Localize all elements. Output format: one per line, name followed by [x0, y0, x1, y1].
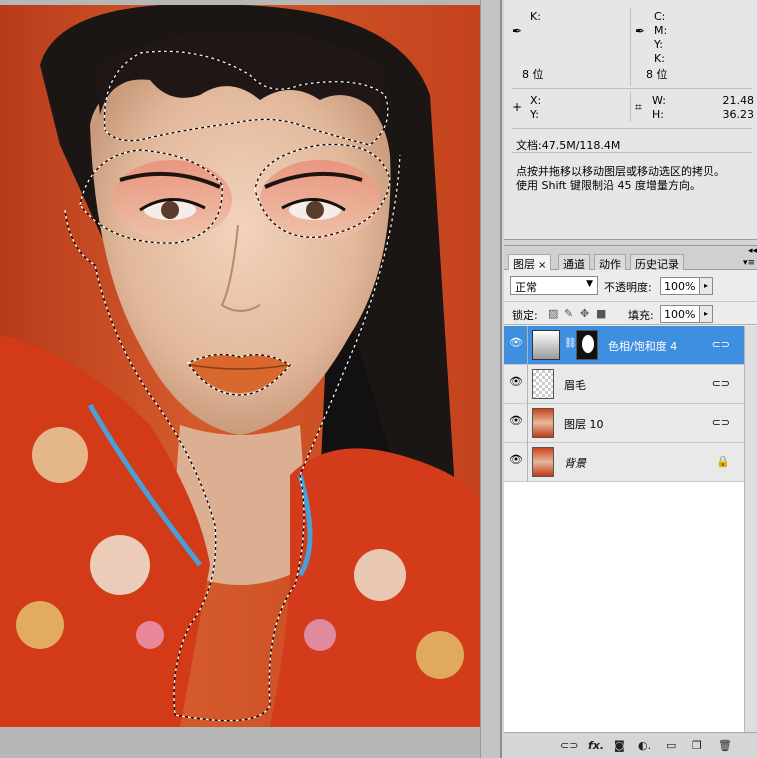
blend-mode-value: 正常	[515, 281, 537, 294]
blend-row: 正常 ▼ 不透明度: 100% ▸	[504, 273, 757, 297]
w-label: W:	[652, 94, 666, 107]
eyedropper-icon: ✒	[512, 24, 523, 38]
bit-depth-left: 8 位	[522, 68, 544, 81]
chain-icon: ⊂⊃	[711, 338, 730, 351]
fx-icon[interactable]: fx.	[588, 739, 604, 752]
lock-icon: 🔒	[716, 455, 730, 468]
visibility-toggle[interactable]: 👁	[504, 443, 528, 482]
visibility-toggle[interactable]: 👁	[504, 365, 528, 404]
tab-close-icon[interactable]: ×	[538, 260, 546, 271]
tab-history[interactable]: 历史记录	[630, 254, 684, 271]
tab-channels[interactable]: 通道	[558, 254, 590, 271]
tab-history-label: 历史记录	[635, 258, 679, 271]
mask-shape	[582, 335, 594, 353]
k-label: K:	[530, 10, 541, 23]
opacity-field[interactable]: 100%	[660, 277, 700, 295]
eye-icon: 👁	[509, 336, 523, 349]
visibility-toggle[interactable]: 👁	[504, 404, 528, 443]
trash-icon[interactable]: 🗑	[718, 739, 732, 752]
layer-list-scrollbar[interactable]	[744, 326, 757, 732]
dimension-icon: ⌗	[635, 100, 642, 114]
layer-list: 👁 ⛓ 色相/饱和度 4 ⊂⊃ 👁 眉毛 ⊂⊃ 👁 图层 10 ⊂⊃ 👁 背景 …	[504, 326, 744, 732]
adjustment-icon[interactable]: ◐.	[638, 739, 651, 752]
tab-layers[interactable]: 图层 ×	[508, 254, 552, 271]
canvas-area[interactable]	[0, 0, 500, 758]
transparent-thumbnail	[532, 369, 554, 399]
image-thumbnail	[532, 408, 554, 438]
fill-value: 100%	[664, 308, 696, 321]
eye-icon: 👁	[509, 375, 523, 388]
lock-pixels-icon[interactable]: ✎	[564, 307, 573, 320]
layers-bottom-toolbar: ⊂⊃ fx. ◙ ◐. ▭ ❐ 🗑	[504, 732, 757, 758]
blend-mode-select[interactable]: 正常 ▼	[510, 276, 598, 295]
eye-icon: 👁	[509, 414, 523, 427]
lock-all-icon[interactable]: ■	[596, 307, 606, 320]
fill-field[interactable]: 100%	[660, 305, 700, 323]
crosshair-icon: +	[512, 100, 523, 114]
new-layer-icon[interactable]: ❐	[692, 739, 702, 752]
collapse-icon[interactable]: ◂◂	[748, 246, 757, 256]
hint-line-1: 点按并拖移以移动图层或移动选区的拷贝。	[516, 165, 725, 178]
w-value: 21.48	[722, 94, 755, 107]
tab-actions[interactable]: 动作	[594, 254, 626, 271]
fill-label: 填充:	[628, 309, 654, 322]
hint-text: 点按并拖移以移动图层或移动选区的拷贝。 使用 Shift 键限制沿 45 度增量…	[516, 165, 751, 193]
panel-menu-icon[interactable]: ▾≡	[743, 258, 755, 268]
h-value: 36.23	[722, 108, 755, 121]
doc-size: 文档:47.5M/118.4M	[516, 139, 621, 152]
folder-icon[interactable]: ▭	[666, 739, 676, 752]
m-label: M:	[654, 24, 668, 37]
eye-icon: 👁	[509, 453, 523, 466]
tab-actions-label: 动作	[599, 258, 621, 271]
panel-tab-bar: ◂◂ 图层 × 通道 动作 历史记录 ▾≡	[504, 246, 757, 271]
right-panels: K: ✒ 8 位 ✒ C: M: Y: K: 8 位 + X: Y: ⌗ W: …	[500, 0, 757, 758]
fill-slider-button[interactable]: ▸	[699, 305, 713, 323]
adjustment-thumbnail	[532, 330, 560, 360]
layer-row[interactable]: 👁 眉毛 ⊂⊃	[504, 365, 744, 404]
document-image[interactable]	[0, 5, 480, 727]
opacity-value: 100%	[664, 280, 696, 293]
tab-channels-label: 通道	[563, 258, 585, 271]
chain-icon: ⊂⊃	[711, 377, 730, 390]
chevron-down-icon: ▼	[586, 279, 593, 289]
opacity-slider-button[interactable]: ▸	[699, 277, 713, 295]
chain-icon: ⛓	[564, 338, 577, 349]
lock-position-icon[interactable]: ✥	[580, 307, 589, 320]
y-coord-label: Y:	[530, 108, 539, 121]
layer-name: 色相/饱和度 4	[608, 340, 678, 353]
layers-panel: ◂◂ 图层 × 通道 动作 历史记录 ▾≡ 正常 ▼ 不透明度: 100% ▸ …	[504, 245, 757, 758]
layer-name: 图层 10	[564, 418, 604, 431]
x-label: X:	[530, 94, 542, 107]
lock-label: 锁定:	[512, 309, 538, 322]
visibility-toggle[interactable]: 👁	[504, 326, 528, 365]
mask-thumbnail	[576, 330, 598, 360]
portrait-image	[0, 5, 480, 727]
hint-line-2: 使用 Shift 键限制沿 45 度增量方向。	[516, 179, 701, 192]
layer-name: 背景	[564, 457, 586, 470]
layer-row[interactable]: 👁 背景 🔒	[504, 443, 744, 482]
tab-layers-label: 图层	[513, 258, 535, 271]
k2-label: K:	[654, 52, 665, 65]
layer-name: 眉毛	[564, 379, 586, 392]
info-panel: K: ✒ 8 位 ✒ C: M: Y: K: 8 位 + X: Y: ⌗ W: …	[504, 0, 757, 240]
canvas-vertical-scrollbar[interactable]	[480, 0, 500, 758]
lock-transparency-icon[interactable]: ▨	[548, 307, 558, 320]
mask-icon[interactable]: ◙	[614, 739, 625, 752]
opacity-label: 不透明度:	[604, 281, 652, 294]
layer-row[interactable]: 👁 ⛓ 色相/饱和度 4 ⊂⊃	[504, 326, 744, 365]
eyedropper-icon: ✒	[635, 24, 646, 38]
bit-depth-right: 8 位	[646, 68, 668, 81]
image-thumbnail	[532, 447, 554, 477]
y-label: Y:	[654, 38, 663, 51]
c-label: C:	[654, 10, 666, 23]
chain-icon: ⊂⊃	[711, 416, 730, 429]
link-layers-icon[interactable]: ⊂⊃	[560, 739, 578, 752]
h-label: H:	[652, 108, 664, 121]
layer-row[interactable]: 👁 图层 10 ⊂⊃	[504, 404, 744, 443]
lock-row: 锁定: ▨ ✎ ✥ ■ 填充: 100% ▸	[504, 301, 757, 325]
